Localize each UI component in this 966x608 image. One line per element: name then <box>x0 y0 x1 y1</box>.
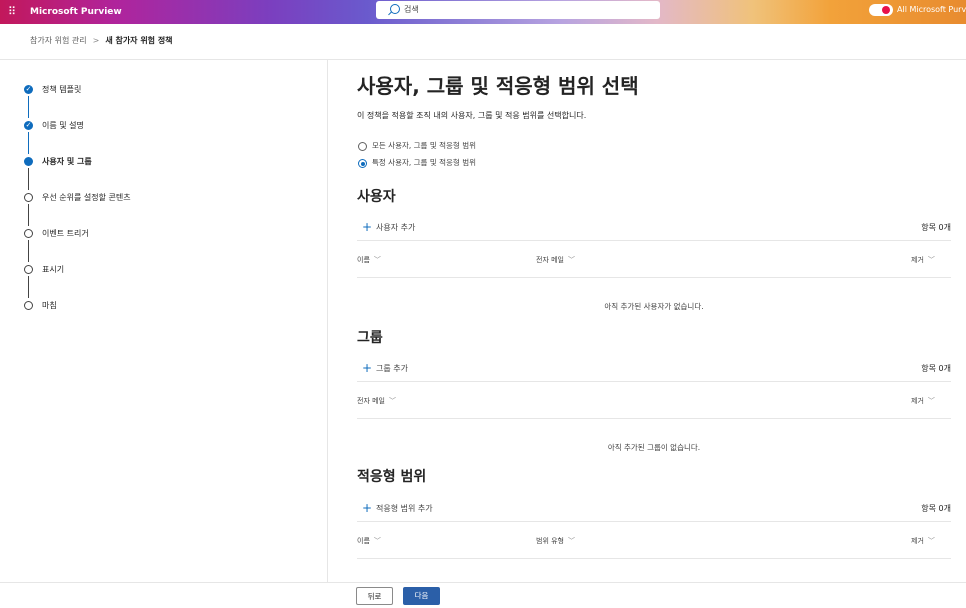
groups-add-row: + 그룹 추가 항목 0개 <box>357 357 951 382</box>
users-add-row: + 사용자 추가 항목 0개 <box>357 216 951 241</box>
breadcrumb-current: 새 참가자 위험 정책 <box>105 36 173 45</box>
step-label: 이름 및 설명 <box>42 121 84 130</box>
users-empty-message: 아직 추가된 사용자가 없습니다. <box>604 302 704 311</box>
pending-step-icon <box>24 193 33 202</box>
checkmark-icon: ✓ <box>24 85 33 94</box>
back-button[interactable]: 뒤로 <box>356 587 393 605</box>
breadcrumb-separator-icon: > <box>92 36 100 45</box>
step-label: 표시기 <box>42 265 65 274</box>
column-header-remove[interactable]: 제거 ﹀ <box>911 255 935 265</box>
step-label: 사용자 및 그룹 <box>42 157 92 166</box>
step-label: 이벤트 트리거 <box>42 229 89 238</box>
scopes-item-count: 항목 0개 <box>921 504 951 513</box>
chevron-down-icon: ﹀ <box>927 256 935 264</box>
chevron-down-icon: ﹀ <box>927 537 935 545</box>
wizard-steps: ✓ 정책 템플릿 ✓ 이름 및 설명 사용자 및 그룹 우선 순위를 설정할 콘… <box>0 60 328 582</box>
top-bar: ⠿ Microsoft Purview 검색 All Microsoft Pur… <box>0 0 966 24</box>
app-launcher-icon[interactable]: ⠿ <box>4 4 20 20</box>
column-header-email[interactable]: 전자 메일 ﹀ <box>536 255 575 265</box>
step-label: 우선 순위를 설정할 콘텐츠 <box>42 193 131 202</box>
users-table-header: 이름 ﹀ 전자 메일 ﹀ 제거 ﹀ <box>357 243 951 278</box>
column-header-remove[interactable]: 제거 ﹀ <box>911 396 935 406</box>
radio-circle-selected[interactable] <box>358 159 367 168</box>
groups-heading: 그룹 <box>357 330 383 346</box>
column-header-remove[interactable]: 제거 ﹀ <box>911 536 935 546</box>
add-group-button[interactable]: 그룹 추가 <box>376 361 408 377</box>
breadcrumb-parent-link[interactable]: 참가자 위험 관리 <box>30 36 87 45</box>
search-box[interactable]: 검색 <box>376 1 660 19</box>
pending-step-icon <box>24 229 33 238</box>
groups-table-header: 전자 메일 ﹀ 제거 ﹀ <box>357 384 951 419</box>
step-connector <box>28 132 29 154</box>
groups-empty-message: 아직 추가된 그룹이 없습니다. <box>607 443 701 452</box>
step-connector <box>28 240 29 262</box>
checkmark-icon: ✓ <box>24 121 33 130</box>
toggle-label: All Microsoft Purview <box>897 5 966 14</box>
chevron-down-icon: ﹀ <box>927 397 935 405</box>
wizard-footer: 뒤로 다음 <box>0 582 966 608</box>
plus-icon: + <box>362 501 373 515</box>
chevron-down-icon: ﹀ <box>568 537 575 545</box>
current-step-icon <box>24 157 33 166</box>
search-icon <box>390 4 400 14</box>
step-label: 정책 템플릿 <box>42 85 82 94</box>
page-title: 사용자, 그룹 및 적응형 범위 선택 <box>357 74 639 98</box>
step-connector <box>28 276 29 298</box>
radio-label: 모든 사용자, 그룹 및 적응형 범위 <box>372 141 477 150</box>
radio-label: 특정 사용자, 그룹 및 적응형 범위 <box>372 158 477 167</box>
scopes-table-header: 이름 ﹀ 범위 유형 ﹀ 제거 ﹀ <box>357 524 951 559</box>
users-item-count: 항목 0개 <box>921 223 951 232</box>
add-scope-button[interactable]: 적응형 범위 추가 <box>376 501 433 517</box>
brand-title[interactable]: Microsoft Purview <box>30 0 122 24</box>
add-user-button[interactable]: 사용자 추가 <box>376 220 415 236</box>
column-header-scope-type[interactable]: 범위 유형 ﹀ <box>536 536 575 546</box>
next-button[interactable]: 다음 <box>403 587 440 605</box>
chevron-down-icon: ﹀ <box>373 256 381 264</box>
pending-step-icon <box>24 301 33 310</box>
plus-icon: + <box>362 361 373 375</box>
step-connector <box>28 96 29 118</box>
toggle-knob <box>882 6 890 14</box>
radio-circle[interactable] <box>358 142 367 151</box>
pending-step-icon <box>24 265 33 274</box>
scopes-heading: 적응형 범위 <box>357 469 427 485</box>
step-connector <box>28 168 29 190</box>
groups-item-count: 항목 0개 <box>921 364 951 373</box>
column-header-name[interactable]: 이름 ﹀ <box>357 536 381 546</box>
step-label: 마침 <box>42 301 57 310</box>
page-description: 이 정책을 적용할 조직 내의 사용자, 그룹 및 적응 범위를 선택합니다. <box>357 111 587 120</box>
step-connector <box>28 204 29 226</box>
column-header-email[interactable]: 전자 메일 ﹀ <box>357 396 396 406</box>
purview-toggle[interactable] <box>869 4 893 16</box>
column-header-name[interactable]: 이름 ﹀ <box>357 255 381 265</box>
breadcrumb: 참가자 위험 관리 > 새 참가자 위험 정책 <box>30 30 173 52</box>
plus-icon: + <box>362 220 373 234</box>
chevron-down-icon: ﹀ <box>568 256 575 264</box>
search-input[interactable]: 검색 <box>404 1 419 19</box>
users-heading: 사용자 <box>357 189 396 205</box>
chevron-down-icon: ﹀ <box>373 537 381 545</box>
scopes-add-row: + 적응형 범위 추가 항목 0개 <box>357 497 951 522</box>
chevron-down-icon: ﹀ <box>389 397 396 405</box>
